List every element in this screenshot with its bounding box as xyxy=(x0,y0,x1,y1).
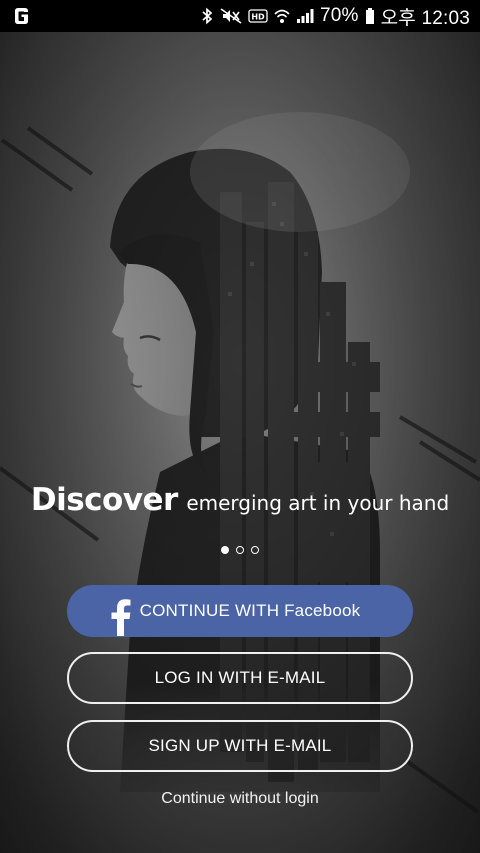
app-logo-icon xyxy=(12,7,30,31)
hd-icon: HD xyxy=(248,8,268,24)
bluetooth-icon xyxy=(200,7,214,25)
battery-icon xyxy=(365,7,375,25)
facebook-icon xyxy=(111,598,131,641)
page-dot-1[interactable] xyxy=(221,546,229,554)
tagline-rest: emerging art in your hand xyxy=(186,491,450,515)
signup-button-label: SIGN UP WITH E-MAIL xyxy=(148,736,332,755)
hd-label: HD xyxy=(251,13,265,22)
battery-percent: 70% xyxy=(319,5,359,26)
page-dot-2[interactable] xyxy=(236,546,244,554)
wifi-icon xyxy=(274,7,290,25)
onboarding-screen: HD 70% 오후 12:03 Discover emerging art in… xyxy=(0,0,480,853)
status-bar: HD 70% 오후 12:03 xyxy=(0,0,480,32)
signup-with-email-button[interactable]: SIGN UP WITH E-MAIL xyxy=(67,720,413,772)
continue-with-facebook-button[interactable]: CONTINUE WITH Facebook xyxy=(67,585,413,637)
facebook-button-label: CONTINUE WITH Facebook xyxy=(139,601,361,620)
clock: 오후 12:03 xyxy=(380,7,470,29)
continue-without-login-link[interactable]: Continue without login xyxy=(0,790,480,808)
status-icons: HD 70% 오후 12:03 xyxy=(200,0,470,32)
login-button-label: LOG IN WITH E-MAIL xyxy=(154,668,326,687)
signal-icon xyxy=(296,8,314,24)
tagline-strong: Discover xyxy=(30,482,179,518)
login-with-email-button[interactable]: LOG IN WITH E-MAIL xyxy=(67,652,413,704)
tagline: Discover emerging art in your hand xyxy=(0,482,480,518)
page-dot-3[interactable] xyxy=(251,546,259,554)
page-indicator xyxy=(0,546,480,554)
mute-icon xyxy=(220,7,242,25)
